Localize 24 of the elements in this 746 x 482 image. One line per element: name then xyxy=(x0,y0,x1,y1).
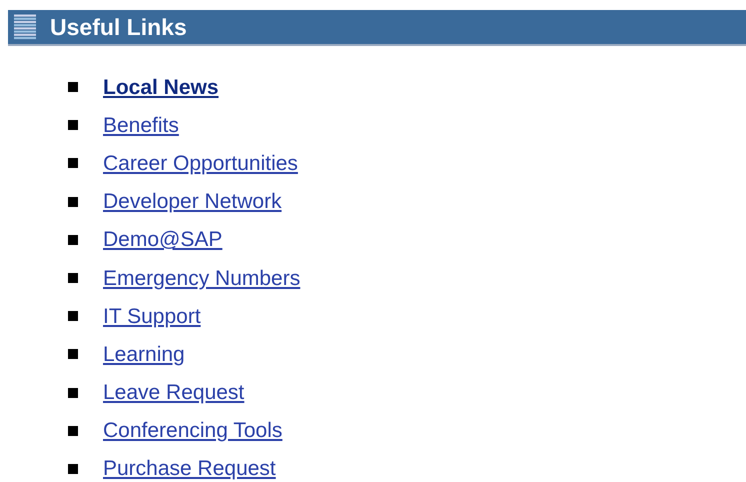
link[interactable]: Local News xyxy=(103,76,219,98)
bullet-icon xyxy=(68,388,78,398)
link[interactable]: Leave Request xyxy=(103,382,244,404)
bullet-icon xyxy=(68,426,78,436)
link[interactable]: Conferencing Tools xyxy=(103,420,282,442)
bullet-icon xyxy=(68,82,78,92)
bullet-icon xyxy=(68,349,78,360)
link[interactable]: Developer Network xyxy=(103,191,282,212)
bullet-icon xyxy=(68,234,78,245)
bullet-icon xyxy=(68,311,78,322)
link[interactable]: Purchase Request xyxy=(103,458,276,480)
header-title: Useful Links xyxy=(50,16,187,38)
bullet-icon xyxy=(68,273,78,284)
link[interactable]: IT Support xyxy=(103,306,201,327)
link[interactable]: Career Opportunities xyxy=(103,152,298,174)
link[interactable]: Demo@SAP xyxy=(103,229,222,250)
bullet-icon xyxy=(68,464,78,474)
link[interactable]: Emergency Numbers xyxy=(103,268,300,289)
bullet-icon xyxy=(68,120,78,130)
link[interactable]: Benefits xyxy=(103,114,179,136)
list-icon xyxy=(14,14,36,40)
bullet-icon xyxy=(68,158,78,168)
bullet-icon xyxy=(68,196,78,207)
link[interactable]: Learning xyxy=(103,344,185,365)
